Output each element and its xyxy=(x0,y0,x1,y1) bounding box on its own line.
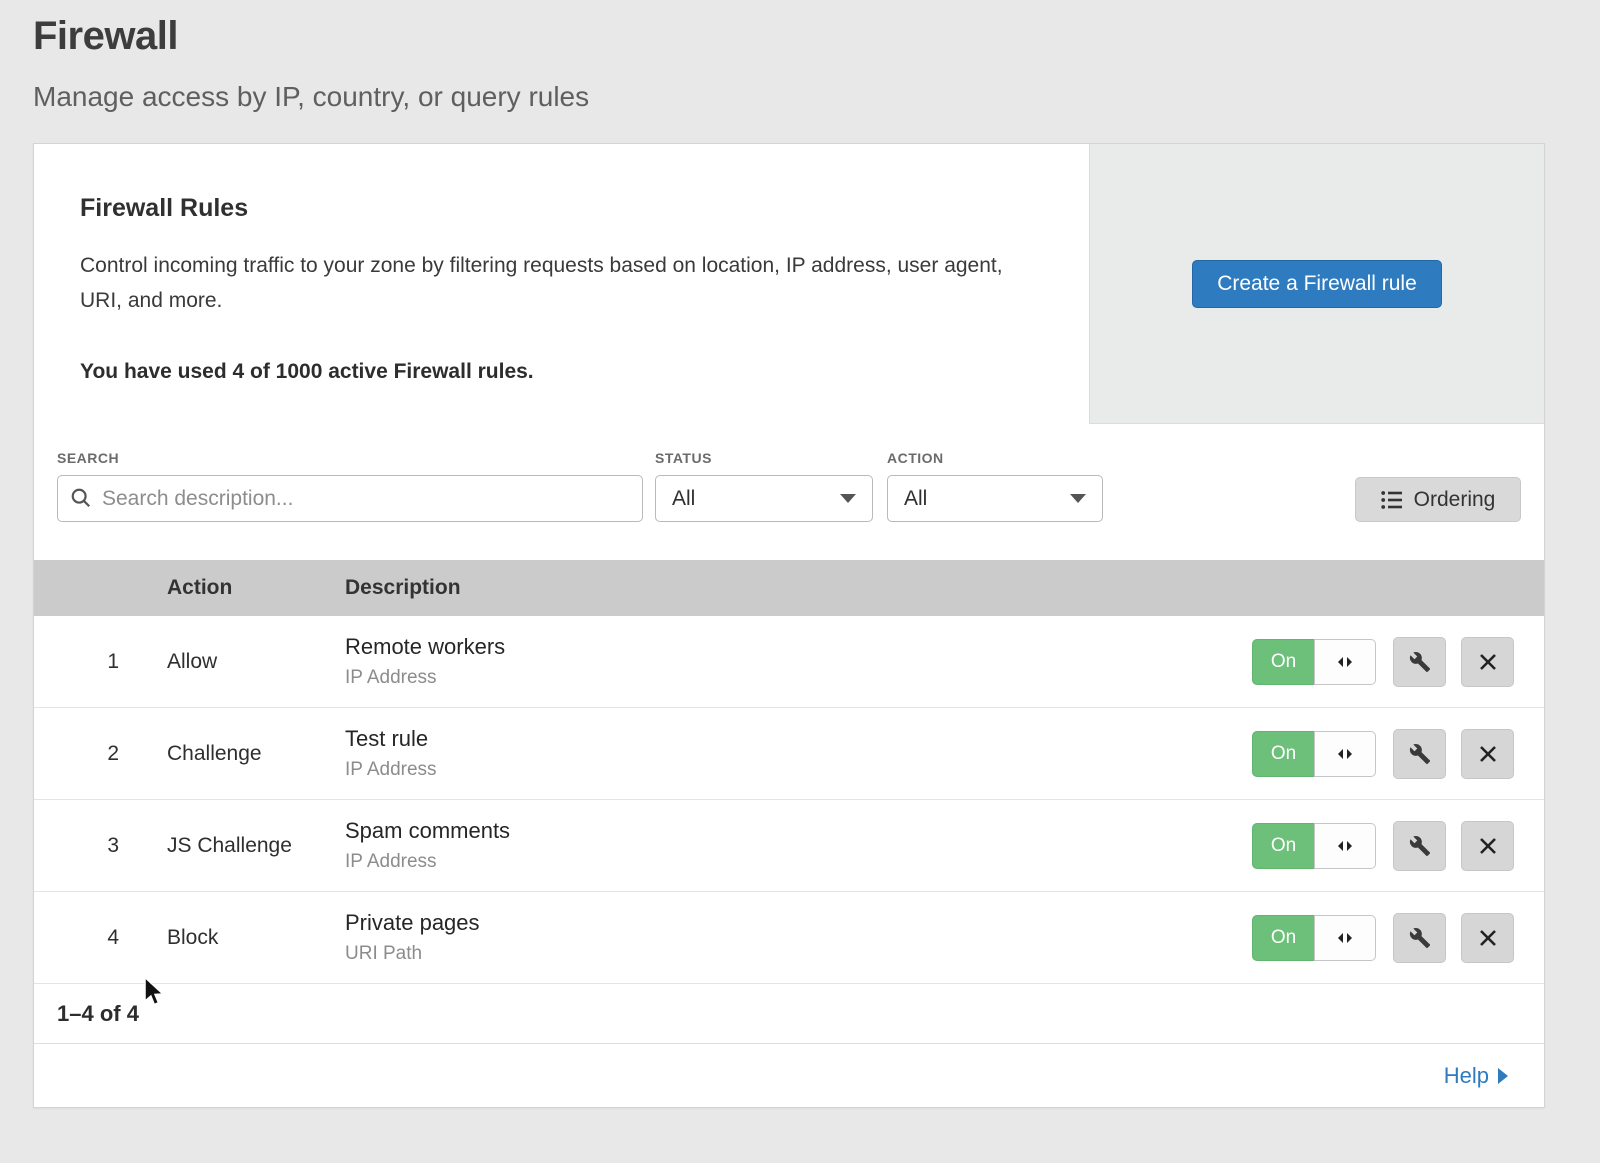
table-row: 1 Allow Remote workers IP Address On xyxy=(34,616,1544,708)
rule-action: JS Challenge xyxy=(167,834,345,858)
ordering-button[interactable]: Ordering xyxy=(1355,477,1521,522)
rule-field-type: IP Address xyxy=(345,759,1252,781)
rule-description-cell: Private pages URI Path xyxy=(345,910,1252,965)
card-footer: Help xyxy=(34,1044,1544,1107)
rule-description: Spam comments xyxy=(345,818,1252,844)
header-description: Description xyxy=(345,576,1544,600)
rule-action: Challenge xyxy=(167,742,345,766)
action-select[interactable]: All xyxy=(887,475,1103,522)
rules-usage: You have used 4 of 1000 active Firewall … xyxy=(80,360,1043,384)
toggle-on-label: On xyxy=(1252,731,1314,777)
toggle-handle xyxy=(1314,731,1376,777)
search-label: SEARCH xyxy=(57,450,643,466)
edit-rule-button[interactable] xyxy=(1393,637,1446,687)
left-right-arrows-icon xyxy=(1337,840,1353,852)
chevron-down-icon xyxy=(1070,494,1086,503)
rule-number: 4 xyxy=(34,926,167,950)
toggle-on-label: On xyxy=(1252,823,1314,869)
rule-description-cell: Remote workers IP Address xyxy=(345,634,1252,689)
search-input[interactable] xyxy=(57,475,643,522)
rule-description-cell: Spam comments IP Address xyxy=(345,818,1252,873)
toggle-handle xyxy=(1314,639,1376,685)
rule-field-type: URI Path xyxy=(345,943,1252,965)
toggle-on-label: On xyxy=(1252,639,1314,685)
close-icon xyxy=(1479,745,1497,763)
firewall-card: Firewall Rules Control incoming traffic … xyxy=(33,143,1545,1108)
rule-controls: On xyxy=(1252,821,1514,871)
delete-rule-button[interactable] xyxy=(1461,821,1514,871)
wrench-icon xyxy=(1409,651,1431,673)
table-row: 2 Challenge Test rule IP Address On xyxy=(34,708,1544,800)
rules-description: Control incoming traffic to your zone by… xyxy=(80,249,1030,318)
edit-rule-button[interactable] xyxy=(1393,913,1446,963)
create-firewall-rule-button[interactable]: Create a Firewall rule xyxy=(1192,260,1442,308)
page-header: Firewall Manage access by IP, country, o… xyxy=(0,0,1600,113)
action-label: ACTION xyxy=(887,450,1103,466)
rule-action: Block xyxy=(167,926,345,950)
wrench-icon xyxy=(1409,927,1431,949)
pagination: 1–4 of 4 xyxy=(34,984,1544,1044)
rules-action-panel: Create a Firewall rule xyxy=(1089,144,1544,424)
table-header: Action Description xyxy=(34,560,1544,616)
rule-description: Remote workers xyxy=(345,634,1252,660)
delete-rule-button[interactable] xyxy=(1461,913,1514,963)
rule-description-cell: Test rule IP Address xyxy=(345,726,1252,781)
wrench-icon xyxy=(1409,743,1431,765)
rule-controls: On xyxy=(1252,729,1514,779)
close-icon xyxy=(1479,929,1497,947)
help-link[interactable]: Help xyxy=(1444,1063,1508,1089)
delete-rule-button[interactable] xyxy=(1461,637,1514,687)
table-row: 4 Block Private pages URI Path On xyxy=(34,892,1544,984)
rule-description: Test rule xyxy=(345,726,1252,752)
list-ordering-icon xyxy=(1381,490,1403,510)
status-select-value: All xyxy=(672,487,695,511)
search-icon xyxy=(70,487,92,509)
action-filter: ACTION All xyxy=(873,450,1103,522)
action-select-value: All xyxy=(904,487,927,511)
left-right-arrows-icon xyxy=(1337,932,1353,944)
filters-bar: SEARCH STATUS All ACTION All xyxy=(34,424,1544,560)
status-filter: STATUS All xyxy=(643,450,873,522)
rule-number: 1 xyxy=(34,650,167,674)
arrow-right-icon xyxy=(1498,1068,1508,1084)
rule-number: 3 xyxy=(34,834,167,858)
rule-enabled-toggle[interactable]: On xyxy=(1252,731,1376,777)
pagination-range: 1–4 of 4 xyxy=(57,1001,139,1027)
rules-title: Firewall Rules xyxy=(80,194,1043,223)
edit-rule-button[interactable] xyxy=(1393,729,1446,779)
rules-summary-section: Firewall Rules Control incoming traffic … xyxy=(34,144,1544,424)
rule-number: 2 xyxy=(34,742,167,766)
delete-rule-button[interactable] xyxy=(1461,729,1514,779)
help-link-label: Help xyxy=(1444,1063,1489,1089)
search-filter: SEARCH xyxy=(57,450,643,522)
left-right-arrows-icon xyxy=(1337,748,1353,760)
page-subtitle: Manage access by IP, country, or query r… xyxy=(33,81,1600,113)
status-select[interactable]: All xyxy=(655,475,873,522)
left-right-arrows-icon xyxy=(1337,656,1353,668)
close-icon xyxy=(1479,837,1497,855)
rule-action: Allow xyxy=(167,650,345,674)
toggle-handle xyxy=(1314,915,1376,961)
edit-rule-button[interactable] xyxy=(1393,821,1446,871)
toggle-on-label: On xyxy=(1252,915,1314,961)
rule-enabled-toggle[interactable]: On xyxy=(1252,639,1376,685)
search-input-wrap xyxy=(57,475,643,522)
rule-controls: On xyxy=(1252,637,1514,687)
toggle-handle xyxy=(1314,823,1376,869)
chevron-down-icon xyxy=(840,494,856,503)
ordering-button-label: Ordering xyxy=(1414,488,1496,512)
rule-field-type: IP Address xyxy=(345,851,1252,873)
rule-controls: On xyxy=(1252,913,1514,963)
rule-enabled-toggle[interactable]: On xyxy=(1252,915,1376,961)
page-title: Firewall xyxy=(33,14,1600,59)
header-action: Action xyxy=(167,576,345,600)
rule-enabled-toggle[interactable]: On xyxy=(1252,823,1376,869)
status-label: STATUS xyxy=(655,450,873,466)
wrench-icon xyxy=(1409,835,1431,857)
rule-field-type: IP Address xyxy=(345,667,1252,689)
close-icon xyxy=(1479,653,1497,671)
rules-summary-text: Firewall Rules Control incoming traffic … xyxy=(34,144,1089,424)
table-row: 3 JS Challenge Spam comments IP Address … xyxy=(34,800,1544,892)
rule-description: Private pages xyxy=(345,910,1252,936)
